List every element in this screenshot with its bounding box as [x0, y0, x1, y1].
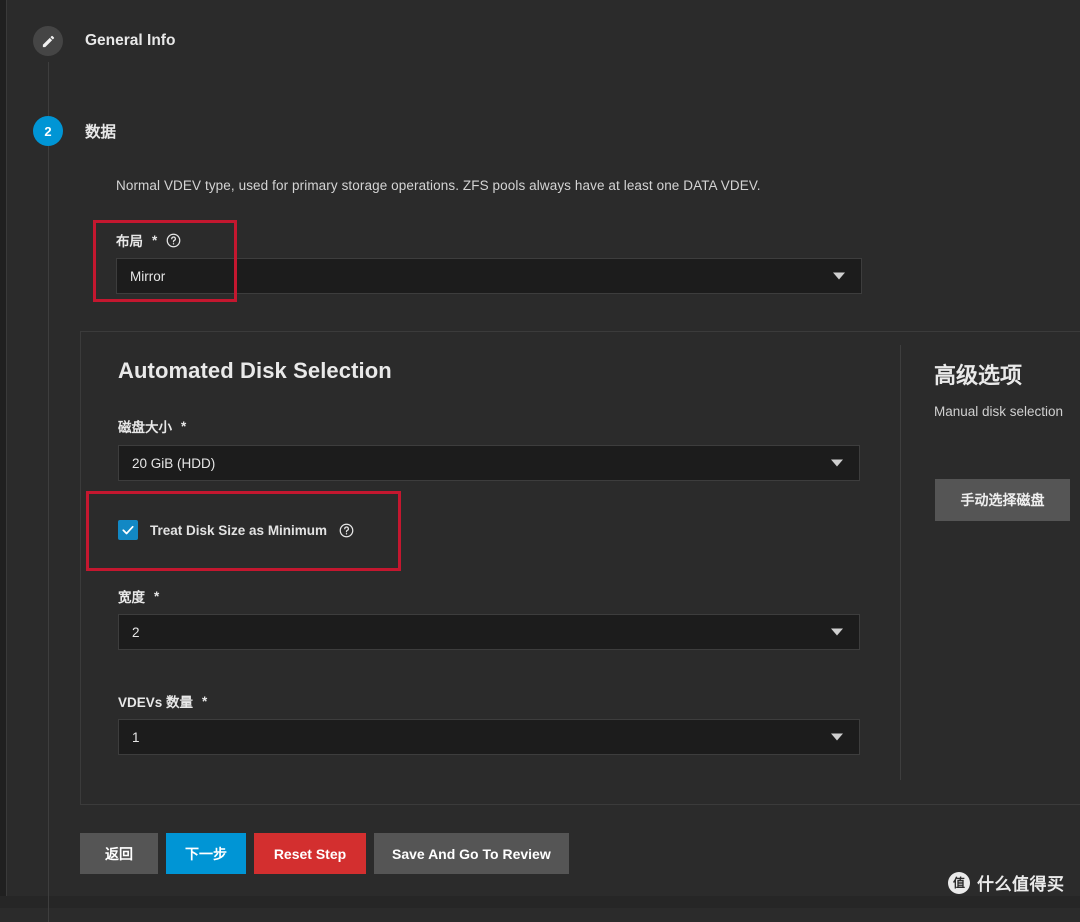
- stepper-badge-data: 2: [33, 116, 63, 146]
- vdevs-field-label: VDEVs 数量 *: [118, 691, 207, 711]
- watermark-text: 什么值得买: [977, 875, 1065, 894]
- layout-field-label: 布局 *: [116, 230, 181, 250]
- step-content: Normal VDEV type, used for primary stora…: [0, 0, 1080, 908]
- advanced-options-description: Manual disk selection: [934, 404, 1064, 419]
- next-button[interactable]: 下一步: [166, 833, 246, 874]
- disk-size-field-label: 磁盘大小 *: [118, 416, 186, 436]
- vdevs-select-value: 1: [132, 729, 140, 745]
- advanced-options-title: 高级选项: [934, 363, 1023, 388]
- vdev-description: Normal VDEV type, used for primary stora…: [116, 178, 761, 193]
- disk-size-select-value: 20 GiB (HDD): [132, 455, 216, 471]
- width-select-value: 2: [132, 624, 140, 640]
- watermark-logo-icon: 值: [948, 871, 970, 894]
- chevron-down-icon: [831, 628, 843, 636]
- reset-step-button[interactable]: Reset Step: [254, 833, 366, 874]
- save-and-go-to-review-button[interactable]: Save And Go To Review: [374, 833, 569, 874]
- manual-disk-selection-button[interactable]: 手动选择磁盘: [935, 479, 1070, 521]
- layout-required-mark: *: [152, 232, 158, 248]
- chevron-down-icon: [831, 733, 843, 741]
- watermark: 值 什么值得买: [948, 870, 1065, 895]
- chevron-down-icon: [833, 272, 845, 280]
- disk-size-required-mark: *: [181, 418, 187, 434]
- stepper-badge-general-info: [33, 26, 63, 56]
- chevron-down-icon: [831, 459, 843, 467]
- treat-disk-size-label: Treat Disk Size as Minimum: [150, 522, 328, 538]
- pencil-icon: [41, 34, 56, 49]
- disk-size-label-text: 磁盘大小: [118, 420, 172, 435]
- vdevs-label-text: VDEVs 数量: [118, 695, 194, 710]
- card-title: Automated Disk Selection: [118, 358, 392, 383]
- width-select[interactable]: 2: [118, 614, 860, 650]
- wizard-action-bar: 返回 下一步 Reset Step Save And Go To Review: [80, 833, 569, 874]
- layout-select[interactable]: Mirror: [116, 258, 862, 294]
- width-field-label: 宽度 *: [118, 586, 159, 606]
- treat-disk-size-checkbox[interactable]: [118, 520, 138, 540]
- width-required-mark: *: [154, 588, 160, 604]
- width-label-text: 宽度: [118, 590, 145, 605]
- layout-select-value: Mirror: [130, 268, 166, 284]
- disk-size-select[interactable]: 20 GiB (HDD): [118, 445, 860, 481]
- help-circle-icon[interactable]: [339, 523, 354, 538]
- truenas-pool-wizard-page: General Info 2 数据 Normal VDEV type, used…: [0, 0, 1080, 922]
- help-circle-icon[interactable]: [166, 233, 181, 248]
- back-button[interactable]: 返回: [80, 833, 158, 874]
- vdevs-required-mark: *: [202, 693, 208, 709]
- card-vertical-divider: [900, 345, 901, 780]
- treat-disk-size-as-minimum-row[interactable]: Treat Disk Size as Minimum: [118, 520, 354, 540]
- layout-label-text: 布局: [116, 234, 143, 249]
- vdevs-select[interactable]: 1: [118, 719, 860, 755]
